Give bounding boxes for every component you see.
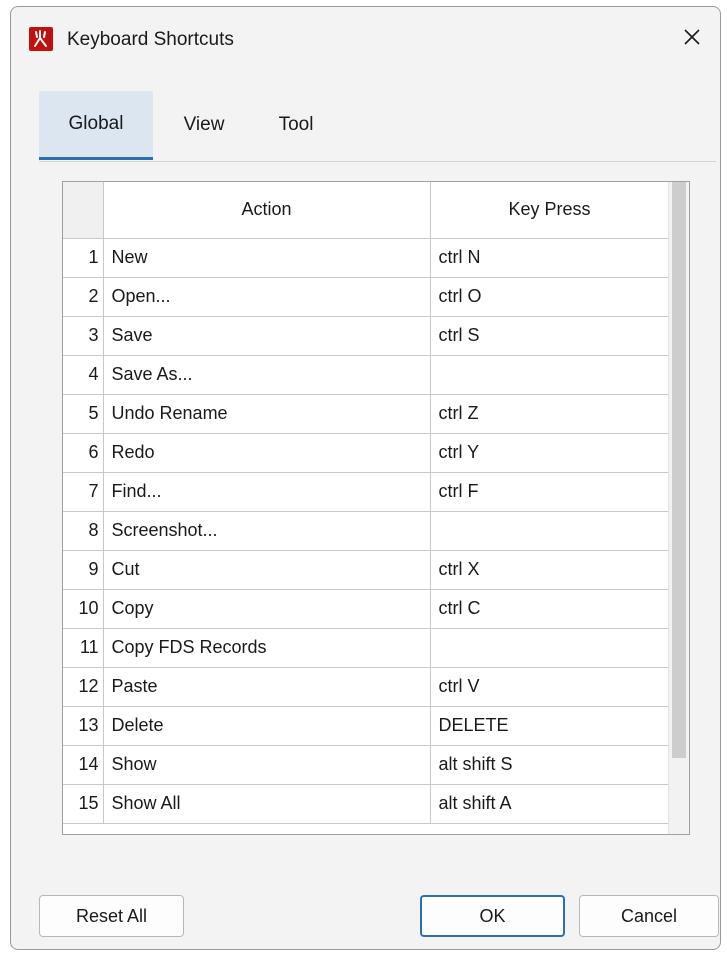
key-press-cell[interactable]: ctrl Y	[429, 432, 670, 473]
action-cell[interactable]: Paste	[102, 666, 431, 707]
action-cell[interactable]: Cut	[102, 549, 431, 590]
reset-all-button[interactable]: Reset All	[39, 895, 184, 937]
table-row[interactable]: 15 Show All alt shift A	[63, 783, 670, 824]
row-number: 11	[63, 627, 104, 668]
action-cell[interactable]: Delete	[102, 705, 431, 746]
tab-global[interactable]: Global	[39, 91, 153, 160]
key-press-column-header[interactable]: Key Press	[429, 182, 670, 239]
row-number: 10	[63, 588, 104, 629]
cancel-button[interactable]: Cancel	[579, 895, 719, 937]
key-press-cell[interactable]: DELETE	[429, 705, 670, 746]
key-press-cell[interactable]: ctrl F	[429, 471, 670, 512]
table-row[interactable]: 12 Paste ctrl V	[63, 666, 670, 707]
title-bar: Keyboard Shortcuts	[11, 7, 720, 77]
action-cell[interactable]: Show	[102, 744, 431, 785]
row-number: 1	[63, 237, 104, 278]
table-row[interactable]: 1 New ctrl N	[63, 237, 670, 278]
row-number: 2	[63, 276, 104, 317]
action-column-header[interactable]: Action	[102, 182, 431, 239]
tab-view[interactable]: View	[166, 91, 242, 159]
table-row[interactable]: 8 Screenshot...	[63, 510, 670, 551]
row-number: 14	[63, 744, 104, 785]
row-number: 7	[63, 471, 104, 512]
key-press-cell[interactable]: ctrl Z	[429, 393, 670, 434]
key-press-cell[interactable]	[429, 510, 670, 551]
action-cell[interactable]: Copy	[102, 588, 431, 629]
table-row[interactable]: 13 Delete DELETE	[63, 705, 670, 746]
table-row[interactable]: 6 Redo ctrl Y	[63, 432, 670, 473]
action-cell[interactable]: Screenshot...	[102, 510, 431, 551]
action-cell[interactable]: Show All	[102, 783, 431, 824]
key-press-cell[interactable]: ctrl S	[429, 315, 670, 356]
key-press-cell[interactable]	[429, 627, 670, 668]
row-number: 13	[63, 705, 104, 746]
action-cell[interactable]: Undo Rename	[102, 393, 431, 434]
key-press-cell[interactable]	[429, 354, 670, 395]
table-row[interactable]: 14 Show alt shift S	[63, 744, 670, 785]
shortcuts-table: Action Key Press 1 New ctrl N 2 Open... ctrl…	[62, 181, 690, 835]
table-row[interactable]: 5 Undo Rename ctrl Z	[63, 393, 670, 434]
row-number: 8	[63, 510, 104, 551]
action-cell[interactable]: Copy FDS Records	[102, 627, 431, 668]
action-cell[interactable]: Find...	[102, 471, 431, 512]
close-button[interactable]	[672, 17, 712, 57]
table-row[interactable]: 7 Find... ctrl F	[63, 471, 670, 512]
action-cell[interactable]: New	[102, 237, 431, 278]
row-number: 12	[63, 666, 104, 707]
row-number: 4	[63, 354, 104, 395]
table-row[interactable]: 11 Copy FDS Records	[63, 627, 670, 668]
row-number: 6	[63, 432, 104, 473]
row-number: 15	[63, 783, 104, 824]
row-number: 9	[63, 549, 104, 590]
key-press-cell[interactable]: ctrl X	[429, 549, 670, 590]
table-row[interactable]: 9 Cut ctrl X	[63, 549, 670, 590]
keyboard-shortcuts-dialog: Keyboard Shortcuts Global View Tool Acti…	[10, 6, 721, 950]
close-icon	[684, 29, 700, 45]
action-cell[interactable]: Save	[102, 315, 431, 356]
scrollbar-thumb[interactable]	[672, 182, 686, 758]
action-cell[interactable]: Redo	[102, 432, 431, 473]
key-press-cell[interactable]: alt shift A	[429, 783, 670, 824]
table-row[interactable]: 2 Open... ctrl O	[63, 276, 670, 317]
window-title: Keyboard Shortcuts	[67, 29, 234, 50]
key-press-cell[interactable]: ctrl V	[429, 666, 670, 707]
key-press-cell[interactable]: ctrl C	[429, 588, 670, 629]
tab-bar: Global View Tool	[39, 91, 716, 162]
table-row[interactable]: 4 Save As...	[63, 354, 670, 395]
row-number: 5	[63, 393, 104, 434]
table-row[interactable]: 10 Copy ctrl C	[63, 588, 670, 629]
ok-button[interactable]: OK	[420, 895, 565, 937]
row-number: 3	[63, 315, 104, 356]
key-press-cell[interactable]: alt shift S	[429, 744, 670, 785]
action-cell[interactable]: Save As...	[102, 354, 431, 395]
table-row[interactable]: 3 Save ctrl S	[63, 315, 670, 356]
table-header-row: Action Key Press	[63, 182, 670, 239]
key-press-cell[interactable]: ctrl N	[429, 237, 670, 278]
vertical-scrollbar[interactable]	[668, 182, 689, 834]
row-number-header	[63, 182, 104, 239]
action-cell[interactable]: Open...	[102, 276, 431, 317]
key-press-cell[interactable]: ctrl O	[429, 276, 670, 317]
app-logo-icon	[29, 27, 53, 51]
tab-tool[interactable]: Tool	[261, 91, 331, 159]
